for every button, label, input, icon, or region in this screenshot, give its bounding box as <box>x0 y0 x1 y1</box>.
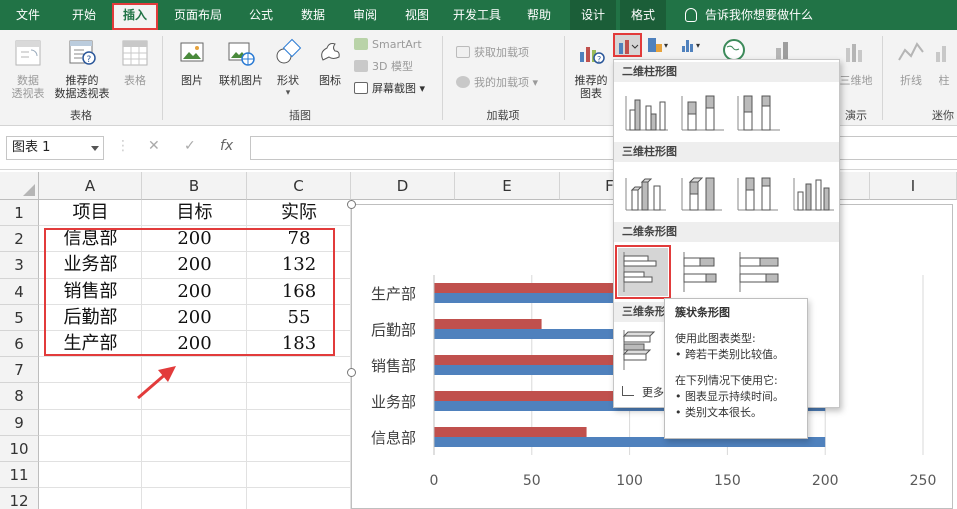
3d-column-option[interactable] <box>790 168 840 216</box>
section-2d-column: 二维柱形图 <box>614 62 839 82</box>
3d-percent-stacked-column-option[interactable] <box>734 168 784 216</box>
stacked-bar-icon <box>683 252 717 292</box>
x-tick-label: 250 <box>910 473 937 489</box>
tooltip-line: • 类别文本很长。 <box>675 406 762 419</box>
bar-actual <box>434 427 587 437</box>
3d-clustered-bar-icon <box>622 330 656 370</box>
section-3d-bar: 三维条形 <box>614 302 666 322</box>
3d-stacked-column-icon <box>681 177 722 211</box>
percent-stacked-column-option[interactable] <box>734 88 784 136</box>
category-label: 业务部 <box>371 393 416 411</box>
tooltip-line: 在下列情况下使用它: <box>675 374 778 387</box>
3d-percent-stacked-column-icon <box>737 177 778 211</box>
tooltip-title: 簇状条形图 <box>675 306 730 319</box>
stacked-column-option[interactable] <box>678 88 728 136</box>
clustered-bar-option[interactable] <box>615 245 671 299</box>
tooltip-line: • 跨若干类别比较值。 <box>675 348 784 361</box>
tooltip-line: 使用此图表类型: <box>675 332 756 345</box>
stacked-column-icon <box>681 95 724 131</box>
section-2d-bar: 二维条形图 <box>614 222 839 242</box>
3d-clustered-column-option[interactable] <box>622 168 672 216</box>
clustered-bar-icon <box>623 252 657 292</box>
x-tick-label: 100 <box>616 473 643 489</box>
resize-handle[interactable] <box>347 200 356 209</box>
clustered-column-option[interactable] <box>622 88 672 136</box>
category-label: 生产部 <box>371 285 416 303</box>
clustered-column-icon <box>625 96 668 131</box>
category-label: 销售部 <box>371 357 416 375</box>
3d-column-icon <box>793 178 834 211</box>
more-charts-icon <box>622 386 634 396</box>
stacked-bar-option[interactable] <box>678 248 728 296</box>
x-tick-label: 0 <box>430 473 439 489</box>
category-label: 信息部 <box>371 429 416 447</box>
more-column-charts-link[interactable]: 更多 <box>622 384 664 400</box>
3d-clustered-bar-option[interactable] <box>618 326 668 374</box>
percent-stacked-column-icon <box>737 95 780 131</box>
x-tick-label: 150 <box>714 473 741 489</box>
x-tick-label: 50 <box>523 473 541 489</box>
x-tick-label: 200 <box>812 473 839 489</box>
chart-type-tooltip: 簇状条形图 使用此图表类型: • 跨若干类别比较值。 在下列情况下使用它: • … <box>664 298 808 439</box>
3d-stacked-column-option[interactable] <box>678 168 728 216</box>
resize-handle[interactable] <box>347 368 356 377</box>
bar-actual <box>434 319 542 329</box>
section-3d-column: 三维柱形图 <box>614 142 839 162</box>
arrow-to-data <box>137 366 176 400</box>
3d-clustered-column-icon <box>625 178 666 211</box>
category-label: 后勤部 <box>371 321 416 339</box>
percent-stacked-bar-icon <box>739 252 779 292</box>
more-charts-label: 更多 <box>642 386 664 399</box>
percent-stacked-bar-option[interactable] <box>734 248 784 296</box>
tooltip-line: • 图表显示持续时间。 <box>675 390 784 403</box>
